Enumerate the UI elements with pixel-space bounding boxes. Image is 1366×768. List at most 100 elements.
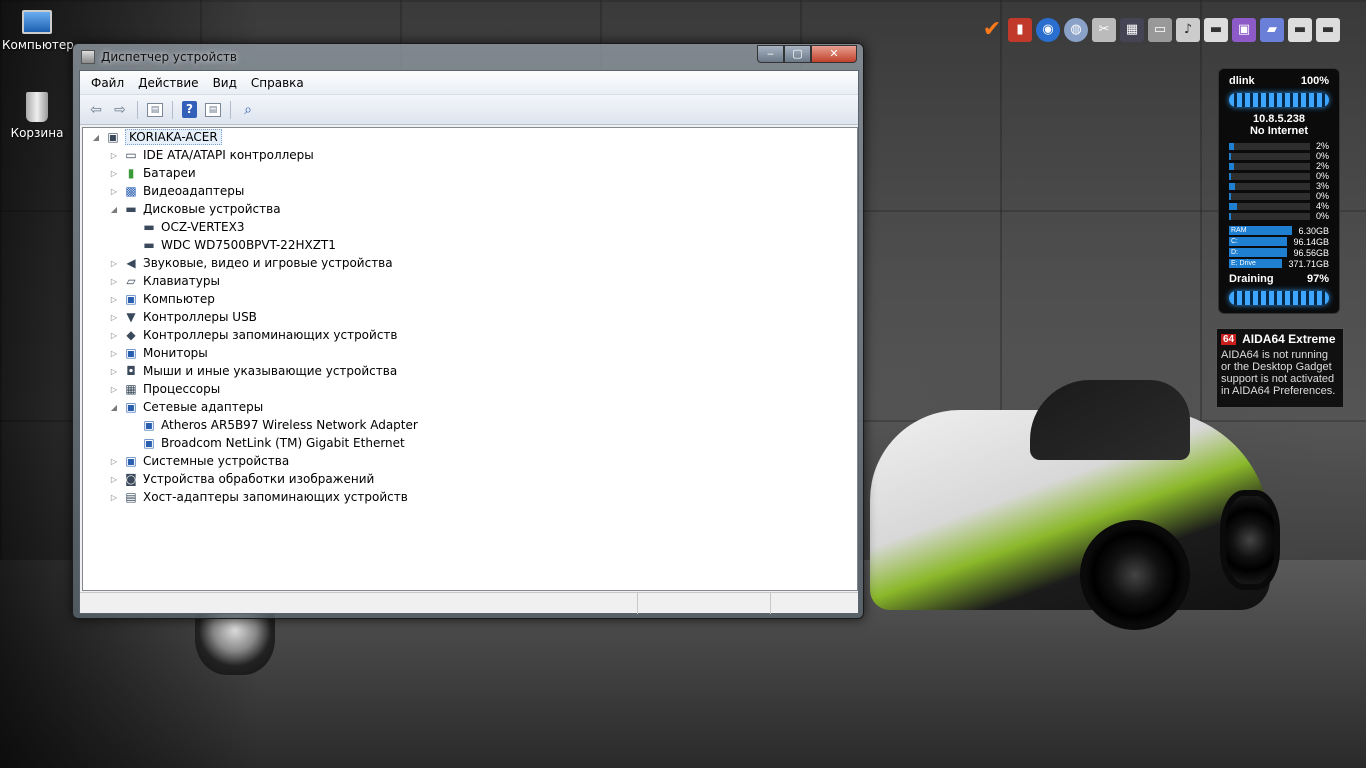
monitor-icon: ▣ [125, 346, 137, 360]
expand-arrow-icon[interactable]: ▷ [109, 277, 119, 286]
tree-category[interactable]: ▷ ▱ Клавиатуры [109, 272, 220, 290]
tree-category[interactable]: ▷ ▭ IDE ATA/ATAPI контроллеры [109, 146, 314, 164]
floppy-icon[interactable]: ▣ [1232, 18, 1256, 42]
category-label: Видеоадаптеры [143, 184, 245, 198]
tree-device[interactable]: ▬ OCZ-VERTEX3 [127, 218, 244, 236]
recycle-bin-icon [26, 92, 48, 122]
collapse-arrow-icon[interactable]: ◢ [91, 133, 101, 142]
expand-arrow-icon[interactable]: ▷ [109, 457, 119, 466]
tools-icon[interactable]: ✂ [1092, 18, 1116, 42]
battery-meter [1229, 291, 1329, 305]
drive-icon[interactable]: ▬ [1204, 18, 1228, 42]
help-icon[interactable]: ? [182, 101, 197, 118]
battery-state: Draining [1229, 273, 1274, 285]
cpu-core-row: 0% [1229, 171, 1329, 181]
computer-icon: ▣ [107, 130, 119, 144]
window-client: Файл Действие Вид Справка ⇦ ⇨ ▤ ? ▤ ⌕ ◢ … [79, 70, 859, 614]
show-hide-console-tree-icon[interactable]: ▤ [147, 102, 163, 117]
tree-category[interactable]: ▷ ◙ Устройства обработки изображений [109, 470, 374, 488]
device-label: Atheros AR5B97 Wireless Network Adapter [161, 418, 418, 432]
gadget-launcher-bar: ✔ ▮ ◉ ◍ ✂ ▦ ▭ ♪ ▬ ▣ ▰ ▬ ▬ [980, 18, 1340, 42]
film-icon[interactable]: ▦ [1120, 18, 1144, 42]
tree-category[interactable]: ◢ ▬ Дисковые устройства [109, 200, 281, 218]
status-pane [80, 593, 638, 614]
book-icon[interactable]: ▮ [1008, 18, 1032, 42]
tree-category[interactable]: ◢ ▣ Сетевые адаптеры [109, 398, 263, 416]
close-button[interactable]: ✕ [811, 45, 857, 63]
tree-category[interactable]: ▷ ▦ Процессоры [109, 380, 220, 398]
title-bar[interactable]: Диспетчер устройств ‒ ▢ ✕ [73, 44, 863, 70]
mouse-icon: ◘ [126, 364, 136, 378]
category-label: Мыши и иные указывающие устройства [143, 364, 398, 378]
desktop-icon-computer[interactable]: Компьютер [2, 6, 74, 52]
aida64-title: AIDA64 Extreme [1242, 332, 1336, 346]
connection-status: No Internet [1249, 125, 1309, 137]
speaker-icon[interactable]: ♪ [1176, 18, 1200, 42]
maximize-button[interactable]: ▢ [784, 45, 811, 63]
status-bar [80, 592, 858, 614]
device-tree: ◢ ▣ KORIAKA-ACER ▷ ▭ IDE ATA/ATAPI контр… [82, 127, 858, 591]
ip-address: 10.8.5.238 [1253, 113, 1305, 125]
expand-arrow-icon[interactable]: ▷ [109, 151, 119, 160]
cpu-core-row: 3% [1229, 181, 1329, 191]
category-label: Контроллеры USB [143, 310, 257, 324]
desktop-icon-recycle-bin[interactable]: Корзина [2, 90, 72, 140]
back-arrow-icon[interactable]: ⇦ [86, 100, 106, 120]
tree-device[interactable]: ▣ Broadcom NetLink (TM) Gigabit Ethernet [127, 434, 404, 452]
ide-controller-icon: ▭ [125, 148, 137, 162]
drive-3-icon[interactable]: ▬ [1316, 18, 1340, 42]
tree-device[interactable]: ▬ WDC WD7500BPVT-22HXZT1 [127, 236, 336, 254]
expand-arrow-icon[interactable]: ▷ [109, 385, 119, 394]
tree-category[interactable]: ▷ ▣ Компьютер [109, 290, 215, 308]
window-title: Диспетчер устройств [101, 50, 238, 64]
expand-arrow-icon[interactable]: ▷ [109, 169, 119, 178]
expand-arrow-icon[interactable]: ▷ [109, 493, 119, 502]
forward-arrow-icon[interactable]: ⇨ [110, 100, 130, 120]
expand-arrow-icon[interactable]: ▷ [109, 349, 119, 358]
expand-arrow-icon[interactable]: ▷ [109, 331, 119, 340]
tree-category[interactable]: ▷ ◆ Контроллеры запоминающих устройств [109, 326, 398, 344]
tree-device[interactable]: ▣ Atheros AR5B97 Wireless Network Adapte… [127, 416, 418, 434]
network-icon[interactable]: ◍ [1064, 18, 1088, 42]
tree-category[interactable]: ▷ ▮ Батареи [109, 164, 196, 182]
cpu-core-row: 0% [1229, 211, 1329, 221]
menu-file[interactable]: Файл [84, 76, 131, 90]
car-front-wheel [1080, 520, 1190, 630]
expand-arrow-icon[interactable]: ▷ [109, 367, 119, 376]
desktop-icon-label: Корзина [10, 126, 64, 140]
collapse-arrow-icon[interactable]: ◢ [109, 205, 119, 214]
tree-category[interactable]: ▷ ▣ Мониторы [109, 344, 208, 362]
car-rear-wheel [1220, 490, 1280, 590]
status-pane [771, 593, 858, 614]
battery-icon: ▮ [127, 166, 135, 180]
tree-category[interactable]: ▷ ◘ Мыши и иные указывающие устройства [109, 362, 397, 380]
tree-category[interactable]: ▷ ▤ Хост-адаптеры запоминающих устройств [109, 488, 408, 506]
tree-category[interactable]: ▷ ▩ Видеоадаптеры [109, 182, 244, 200]
scan-hardware-icon[interactable]: ⌕ [238, 100, 258, 120]
disk-drive-icon: ▬ [143, 238, 155, 252]
expand-arrow-icon[interactable]: ▷ [109, 313, 119, 322]
tree-category[interactable]: ▷ ◀ Звуковые, видео и игровые устройства [109, 254, 393, 272]
menu-action[interactable]: Действие [131, 76, 205, 90]
collapse-arrow-icon[interactable]: ◢ [109, 403, 119, 412]
expand-arrow-icon[interactable]: ▷ [109, 295, 119, 304]
disk-icon[interactable]: ▰ [1260, 18, 1284, 42]
tree-root[interactable]: ◢ ▣ KORIAKA-ACER [91, 128, 222, 146]
properties-icon[interactable]: ▤ [205, 102, 221, 117]
globe-icon[interactable]: ◉ [1036, 18, 1060, 42]
battery-value: 97% [1306, 273, 1329, 285]
expand-arrow-icon[interactable]: ▷ [109, 187, 119, 196]
menu-view[interactable]: Вид [206, 76, 244, 90]
expand-arrow-icon[interactable]: ▷ [109, 259, 119, 268]
printer-icon[interactable]: ▭ [1148, 18, 1172, 42]
category-label: Хост-адаптеры запоминающих устройств [143, 490, 408, 504]
checkmark-icon[interactable]: ✔ [980, 18, 1004, 42]
cpu-core-row: 0% [1229, 151, 1329, 161]
minimize-button[interactable]: ‒ [757, 45, 784, 63]
disk-drive-icon: ▬ [125, 202, 137, 216]
menu-help[interactable]: Справка [244, 76, 311, 90]
drive-2-icon[interactable]: ▬ [1288, 18, 1312, 42]
expand-arrow-icon[interactable]: ▷ [109, 475, 119, 484]
tree-category[interactable]: ▷ ▣ Системные устройства [109, 452, 289, 470]
tree-category[interactable]: ▷ ▼ Контроллеры USB [109, 308, 257, 326]
